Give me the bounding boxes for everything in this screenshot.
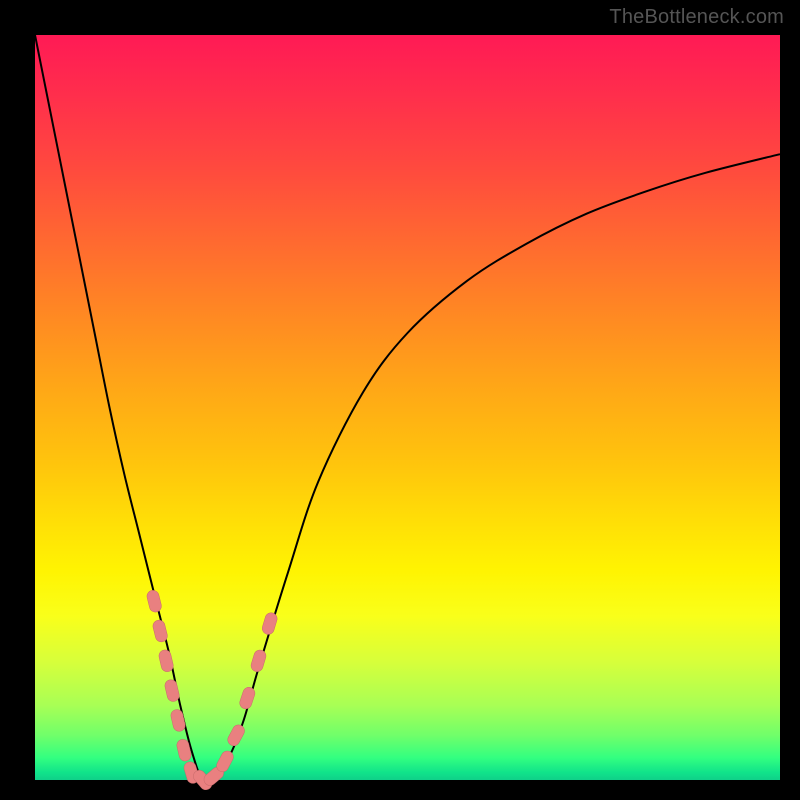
curve-marker [152, 619, 169, 643]
curve-marker [146, 589, 163, 613]
curve-markers [146, 589, 279, 792]
curve-marker [164, 679, 181, 703]
bottleneck-curve [35, 35, 780, 782]
curve-marker [158, 649, 175, 673]
curve-marker [261, 611, 279, 636]
chart-stage: TheBottleneck.com [0, 0, 800, 800]
curve-marker [226, 723, 247, 748]
watermark-text: TheBottleneck.com [609, 6, 784, 29]
curve-marker [250, 649, 268, 674]
plot-svg [35, 35, 780, 780]
curve-marker [170, 708, 187, 732]
curve-marker [238, 686, 256, 711]
plot-gradient-area [35, 35, 780, 780]
